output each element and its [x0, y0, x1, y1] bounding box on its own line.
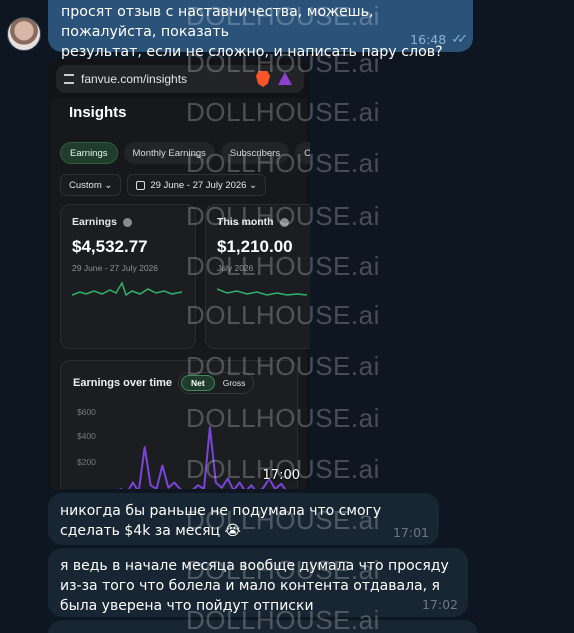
insights-page: Insights Earnings Monthly Earnings Subsc…: [51, 98, 310, 489]
card-label: This month: [217, 216, 274, 228]
tab-subscribers: Subscribers: [220, 142, 290, 164]
date-range-select: 29 June - 27 July 2026 ⌄: [127, 174, 267, 196]
browser-address-bar: fanvue.com/insights: [56, 65, 304, 93]
y-tick-label: $200: [77, 457, 96, 467]
message-bubble-incoming[interactable]: никогда бы раньше не подумала что смогу …: [48, 493, 439, 545]
card-dates: July 2026: [217, 263, 254, 273]
card-dates: 29 June - 27 July 2026: [72, 263, 159, 273]
site-settings-icon: [64, 74, 74, 84]
info-icon: [122, 217, 132, 227]
filter-bar: Custom ⌄ 29 June - 27 July 2026 ⌄: [60, 174, 267, 196]
message-time: 17:02: [421, 597, 458, 612]
rewards-triangle-icon: [278, 72, 292, 85]
message-time: 17:01: [392, 525, 429, 540]
earnings-sparkline: [72, 281, 183, 297]
y-tick-label: $600: [77, 407, 96, 417]
toggle-net: Net: [181, 375, 215, 391]
chart-title: Earnings over time: [73, 377, 173, 389]
tab-content: Conte: [295, 142, 310, 164]
toggle-gross: Gross: [222, 378, 246, 388]
page-title: Insights: [69, 104, 127, 121]
this-month-card: This month $1,210.00 July 2026: [205, 204, 310, 349]
photo-message[interactable]: fanvue.com/insights Insights Earnings Mo…: [48, 59, 310, 489]
net-gross-toggle: Net Gross: [178, 372, 254, 394]
message-bubble-incoming[interactable]: [48, 620, 478, 633]
earnings-series-line: [118, 426, 287, 489]
chat-view: просят отзыв с наставничества, можешь, п…: [0, 0, 574, 633]
period-select-label: Custom ⌄: [69, 179, 113, 191]
message-text: никогда бы раньше не подумала что смогу …: [60, 503, 382, 539]
message-time: 16:48: [410, 32, 447, 47]
info-icon: [279, 217, 289, 227]
earnings-card: Earnings $4,532.77 29 June - 27 July 202…: [60, 204, 196, 349]
photo-time: 17:00: [262, 468, 300, 483]
tab-earnings: Earnings: [60, 142, 118, 164]
card-value: $4,532.77: [72, 237, 148, 256]
message-meta: 16:48 ✓✓: [410, 32, 468, 47]
avatar[interactable]: [7, 17, 41, 51]
y-tick-label: $400: [77, 431, 96, 441]
message-bubble-outgoing[interactable]: просят отзыв с наставничества, можешь, п…: [48, 0, 473, 100]
calendar-icon: [136, 180, 146, 190]
brave-shield-icon: [256, 71, 270, 87]
date-range-label: 29 June - 27 July 2026 ⌄: [150, 179, 258, 191]
period-select: Custom ⌄: [60, 174, 122, 196]
tab-monthly-earnings: Monthly Earnings: [123, 142, 215, 164]
this-month-sparkline: [217, 288, 307, 296]
read-receipt-icon: ✓✓: [451, 32, 468, 47]
message-text: я ведь в начале месяца вообще думала что…: [60, 558, 449, 614]
message-bubble-incoming[interactable]: я ведь в начале месяца вообще думала что…: [48, 548, 468, 617]
card-value: $1,210.00: [217, 237, 293, 256]
browser-url: fanvue.com/insights: [81, 72, 188, 86]
insights-tabs: Earnings Monthly Earnings Subscribers Co…: [60, 142, 310, 164]
card-label: Earnings: [72, 216, 117, 228]
